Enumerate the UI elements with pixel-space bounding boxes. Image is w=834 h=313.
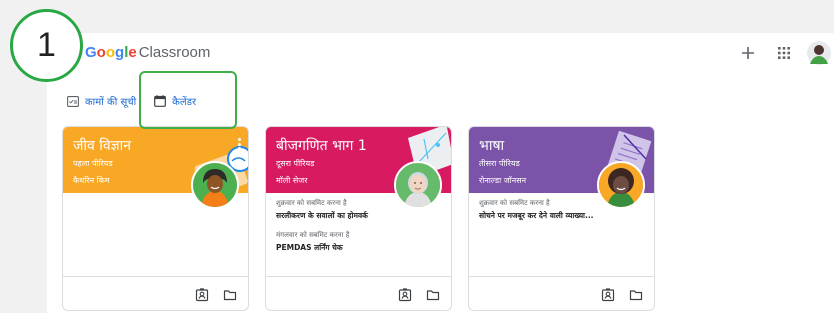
- class-section: तीसरा पीरियड: [479, 159, 520, 168]
- assignment-item[interactable]: शुक्रवार को सबमिट करना है सरलीकरण के सवा…: [276, 199, 436, 221]
- class-card-biology[interactable]: जीव विज्ञान पहला पीरियड कैथरिन किम: [62, 126, 249, 311]
- account-avatar[interactable]: [806, 40, 832, 66]
- logo-letter: o: [96, 44, 106, 61]
- assignment-item[interactable]: मंगलवार को सबमिट करना है PEMDAS लर्निंग …: [276, 231, 436, 253]
- assignment-due: मंगलवार को सबमिट करना है: [276, 231, 350, 239]
- step-number-callout: 1: [10, 9, 83, 82]
- folder-icon[interactable]: [223, 287, 237, 301]
- more-options-icon[interactable]: [234, 136, 244, 152]
- assignment-due: शुक्रवार को सबमिट करना है: [276, 199, 347, 207]
- teacher-name: मॉली सेजर: [276, 176, 308, 185]
- teacher-name: कैथरिन किम: [73, 176, 110, 185]
- portfolio-icon[interactable]: [601, 287, 615, 302]
- class-card-language[interactable]: भाषा तीसरा पीरियड रोनाल्डा जॉनसन शुक्रवा…: [468, 126, 655, 311]
- step-number: 1: [37, 26, 56, 64]
- class-title[interactable]: बीजगणित भाग 1: [276, 136, 367, 155]
- teacher-avatar: [191, 161, 239, 209]
- todo-checklist-icon: [67, 92, 79, 111]
- card-footer: [63, 276, 248, 310]
- teacher-name: रोनाल्डा जॉनसन: [479, 176, 527, 185]
- top-app-bar: Google Classroom: [47, 33, 834, 73]
- google-wordmark: Google: [85, 44, 137, 61]
- class-card-algebra[interactable]: बीजगणित भाग 1 दूसरा पीरियड मॉली सेजर शुक…: [265, 126, 452, 311]
- logo-letter: e: [128, 44, 137, 61]
- portfolio-icon[interactable]: [195, 287, 209, 302]
- portfolio-icon[interactable]: [398, 287, 412, 302]
- folder-icon[interactable]: [629, 287, 643, 301]
- assignment-title[interactable]: सोचने पर मजबूर कर देने वाली व्याख्या...: [479, 211, 639, 221]
- card-footer: [266, 276, 451, 310]
- class-section: दूसरा पीरियड: [276, 159, 315, 168]
- google-classroom-logo[interactable]: Google Classroom: [85, 44, 210, 61]
- card-assignments: शुक्रवार को सबमिट करना है सरलीकरण के सवा…: [276, 199, 436, 263]
- card-assignments: शुक्रवार को सबमिट करना है सोचने पर मजबूर…: [479, 199, 639, 231]
- logo-letter: o: [105, 44, 116, 61]
- plus-icon[interactable]: [736, 41, 760, 65]
- folder-icon[interactable]: [426, 287, 440, 301]
- calendar-highlight-box: [139, 71, 237, 129]
- logo-letter: G: [85, 44, 97, 61]
- assignment-item[interactable]: शुक्रवार को सबमिट करना है सोचने पर मजबूर…: [479, 199, 639, 221]
- assignment-title[interactable]: PEMDAS लर्निंग चेक: [276, 243, 436, 253]
- logo-letter: g: [115, 44, 125, 61]
- assignment-due: शुक्रवार को सबमिट करना है: [479, 199, 550, 207]
- class-title[interactable]: भाषा: [479, 136, 504, 155]
- product-name: Classroom: [138, 44, 211, 61]
- tab-todo[interactable]: कामों की सूची: [67, 91, 136, 111]
- class-section: पहला पीरियड: [73, 159, 113, 168]
- tab-todo-label: कामों की सूची: [85, 97, 137, 108]
- card-footer: [469, 276, 654, 310]
- assignment-title[interactable]: सरलीकरण के सवालों का होमवर्क: [276, 211, 436, 221]
- apps-grid-icon[interactable]: [772, 41, 796, 65]
- class-title[interactable]: जीव विज्ञान: [73, 136, 131, 155]
